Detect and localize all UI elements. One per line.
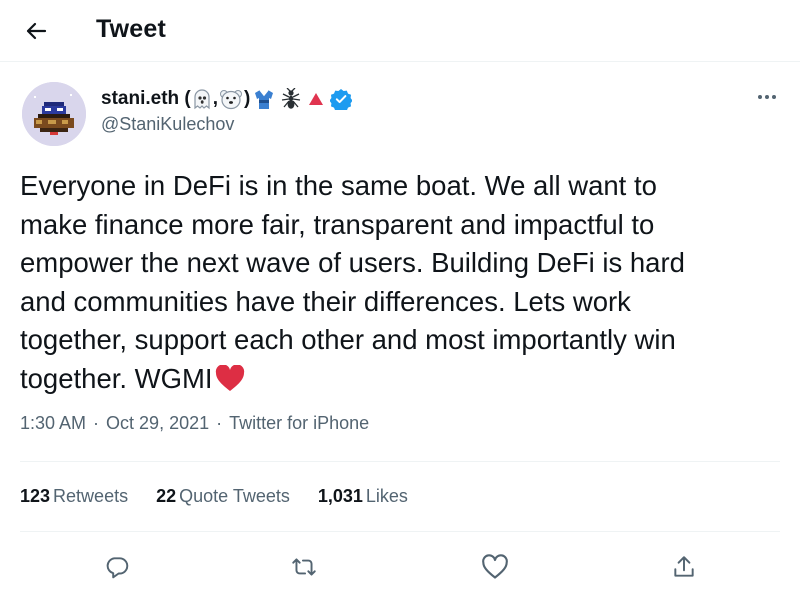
tweet-date[interactable]: Oct 29, 2021	[106, 413, 209, 433]
share-button[interactable]	[667, 550, 701, 584]
back-button[interactable]	[20, 16, 52, 46]
tweet-stats: 123 Retweets 22 Quote Tweets 1,031 Likes	[20, 486, 408, 507]
more-options-button[interactable]	[752, 86, 782, 108]
tweet-line: empower the next wave of users. Building…	[20, 247, 685, 278]
author-name-row[interactable]: stani.eth ( , )	[101, 86, 353, 112]
likes-stat[interactable]: 1,031 Likes	[318, 486, 408, 507]
like-button[interactable]	[478, 550, 512, 584]
arrow-left-icon	[26, 22, 47, 40]
name-emojis	[254, 88, 353, 110]
red-heart-emoji	[215, 364, 244, 391]
verified-badge-icon	[330, 89, 353, 110]
tweet-line: make finance more fair, transparent and …	[20, 208, 655, 240]
divider	[20, 531, 780, 532]
author-display-name: stani.eth (	[101, 88, 191, 109]
tweet-line: Everyone in DeFi is in the same boat. We…	[20, 170, 657, 201]
retweet-icon	[292, 558, 316, 576]
tweet-source[interactable]: Twitter for iPhone	[229, 413, 369, 433]
tweet-line-last: together. WGMI	[20, 360, 790, 399]
tweet-time[interactable]: 1:30 AM	[20, 413, 86, 433]
reply-icon	[106, 557, 129, 579]
more-options-icon	[758, 95, 762, 99]
polar-bear-emoji	[220, 90, 243, 110]
top-bar: Tweet	[0, 0, 800, 62]
retweets-stat[interactable]: 123 Retweets	[20, 486, 128, 507]
tweet-meta: 1:30 AM · Oct 29, 2021 · Twitter for iPhone	[20, 413, 370, 433]
page-title: Tweet	[96, 15, 166, 43]
triangle-emoji	[309, 93, 324, 105]
like-icon	[482, 554, 508, 579]
avatar[interactable]	[22, 82, 86, 146]
author-handle[interactable]: @StaniKulechov	[101, 114, 234, 135]
reply-button[interactable]	[100, 550, 134, 584]
retweet-button[interactable]	[287, 550, 321, 584]
ghost-emoji	[194, 89, 210, 110]
divider	[20, 461, 780, 462]
ant-emoji	[282, 88, 301, 109]
share-icon	[674, 556, 694, 577]
tweet-line: together, support each other and most im…	[20, 324, 676, 355]
kimono-emoji	[255, 89, 274, 109]
pixel-art-avatar	[22, 82, 86, 146]
quote-tweets-stat[interactable]: 22 Quote Tweets	[156, 486, 290, 507]
tweet-line: and communities have their differences. …	[20, 285, 631, 317]
tweet-text: Everyone in DeFi is in the same boat. We…	[20, 167, 790, 398]
tweet-actions	[0, 546, 800, 586]
